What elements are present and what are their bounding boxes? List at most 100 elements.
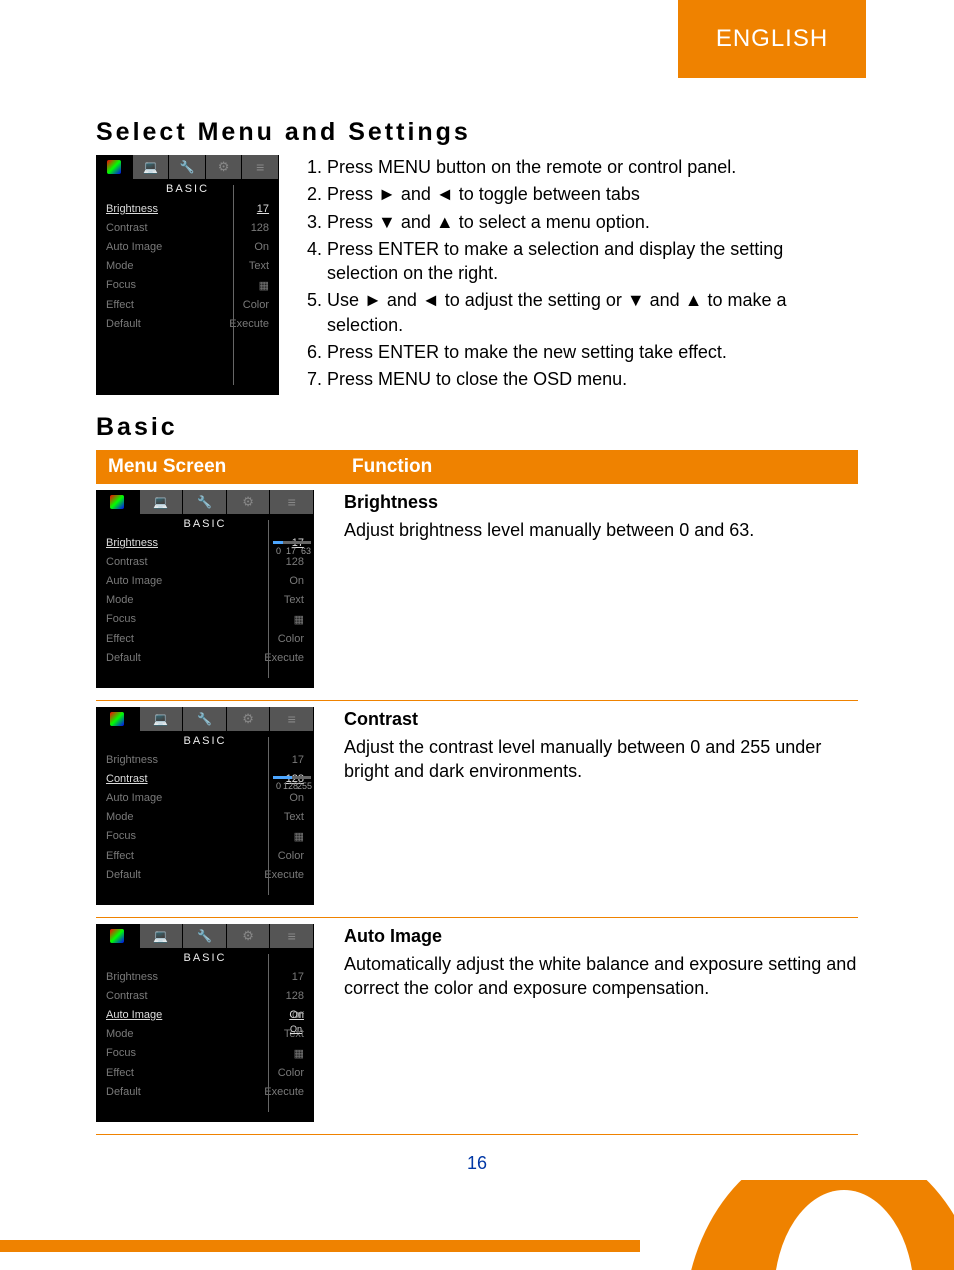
osd-row: Default Execute [96,1083,314,1102]
table-header-function: Function [352,456,432,478]
menu-thumbnail: BASICBrightness17Contrast128Auto ImageOn… [96,490,340,688]
osd-row: Focus ▦ [96,610,314,630]
osd-row-label: Focus [106,613,136,626]
footer-decoration [0,1180,954,1270]
osd-row-value: 17 [292,971,304,983]
language-tab: ENGLISH [678,0,866,78]
osd-row-value: Color [278,850,304,862]
osd-row-label: Mode [106,260,134,272]
osd-row-value: ▦ [294,613,304,626]
osd-row-label: Default [106,652,141,664]
heading-basic: Basic [96,395,858,442]
osd-row-label: Auto Image [106,1009,162,1021]
osd-row-value: 128 [286,556,304,568]
osd-row-value: Text [284,811,304,823]
manual-page: ENGLISH Select Menu and Settings BASICBr… [0,0,954,1270]
osd-row-value: 17 [292,754,304,766]
osd-scale-max: 63 [301,546,311,556]
osd-row: Auto ImageOn [96,789,314,808]
osd-row: Contrast 128 [96,218,279,237]
osd-title: BASIC [96,948,314,968]
osd-row: Brightness 17 [96,751,314,770]
osd-scale-cur: 128 [283,781,298,791]
osd-row: DefaultExecute [96,314,279,333]
osd-tab-4 [206,155,243,179]
osd-row: Focus ▦ [96,827,314,847]
function-text: Adjust brightness level manually between… [344,520,754,540]
function-title: Brightness [344,490,858,514]
function-description: Brightness Adjust brightness level manual… [340,490,858,688]
osd-row-value: On [289,575,304,587]
osd-tabs [96,155,279,179]
osd-row-value: Execute [264,1086,304,1098]
osd-slider [273,775,311,779]
osd-tab-3 [183,490,227,514]
osd-row-label: Brightness [106,537,158,549]
osd-tab-1 [96,155,133,179]
osd-slider [273,540,311,544]
osd-row-value: ▦ [259,279,269,292]
osd-tab-1 [96,707,140,731]
osd-row: Auto ImageOn [96,1006,314,1025]
instruction-step: Press MENU button on the remote or contr… [327,155,858,179]
osd-row: EffectColor [96,630,314,649]
osd-row-value: Execute [229,318,269,330]
osd-row-label: Focus [106,1047,136,1060]
osd-option-on: On [290,1024,302,1034]
intro-section: BASICBrightness17Contrast128Auto ImageOn… [96,155,858,395]
osd-divider [268,520,269,678]
osd-option-off: Off [292,1010,304,1020]
osd-row-value: Color [278,1067,304,1079]
osd-tab-4 [227,490,271,514]
menu-thumbnail: BASICBrightness17Contrast128Auto ImageOn… [96,707,340,905]
osd-row-label: Brightness [106,203,158,215]
instruction-step: Press ENTER to make a selection and disp… [327,237,858,286]
page-number: 16 [0,1153,954,1174]
osd-title: BASIC [96,179,279,199]
osd-preview-top: BASICBrightness17Contrast128Auto ImageOn… [96,155,279,395]
osd-row: Auto ImageOn [96,572,314,591]
osd-row-value: 128 [286,990,304,1002]
osd-row-label: Brightness [106,754,158,766]
osd-row-value: On [289,792,304,804]
osd-row-value: 128 [251,222,269,234]
osd-preview: BASICBrightness17Contrast128Auto ImageOn… [96,490,314,688]
osd-row-label: Mode [106,594,134,606]
osd-row-value: Execute [264,652,304,664]
osd-row: Contrast128 [96,553,314,572]
osd-row-label: Brightness [106,971,158,983]
function-text: Adjust the contrast level manually betwe… [344,737,821,781]
table-header: Menu Screen Function [96,450,858,484]
osd-divider [268,737,269,895]
instruction-step: Use ► and ◄ to adjust the setting or ▼ a… [327,288,858,337]
osd-tab-1 [96,924,140,948]
osd-row-label: Mode [106,1028,134,1040]
osd-tab-2 [140,924,184,948]
osd-tab-2 [140,707,184,731]
function-title: Contrast [344,707,858,731]
osd-tabs [96,707,314,731]
function-text: Automatically adjust the white balance a… [344,954,856,998]
osd-title: BASIC [96,731,314,751]
osd-row: EffectColor [96,295,279,314]
osd-tab-2 [140,490,184,514]
osd-row-value: Execute [264,869,304,881]
osd-row: ModeText [96,1025,314,1044]
instruction-step: Press ► and ◄ to toggle between tabs [327,182,858,206]
osd-tab-5 [270,490,314,514]
instruction-step: Press MENU to close the OSD menu. [327,367,858,391]
osd-scale-cur: 17 [286,546,296,556]
osd-row-label: Default [106,1086,141,1098]
osd-tab-3 [169,155,206,179]
osd-row: ModeText [96,256,279,275]
osd-row-label: Focus [106,830,136,843]
osd-row-value: 17 [257,203,269,215]
instruction-steps: Press MENU button on the remote or contr… [307,155,858,395]
instruction-step: Press ENTER to make the new setting take… [327,340,858,364]
osd-row: DefaultExecute [96,866,314,885]
osd-row-value: ▦ [294,830,304,843]
osd-row-label: Contrast [106,222,148,234]
osd-tab-3 [183,924,227,948]
osd-tab-4 [227,707,271,731]
osd-row-value: Color [278,633,304,645]
